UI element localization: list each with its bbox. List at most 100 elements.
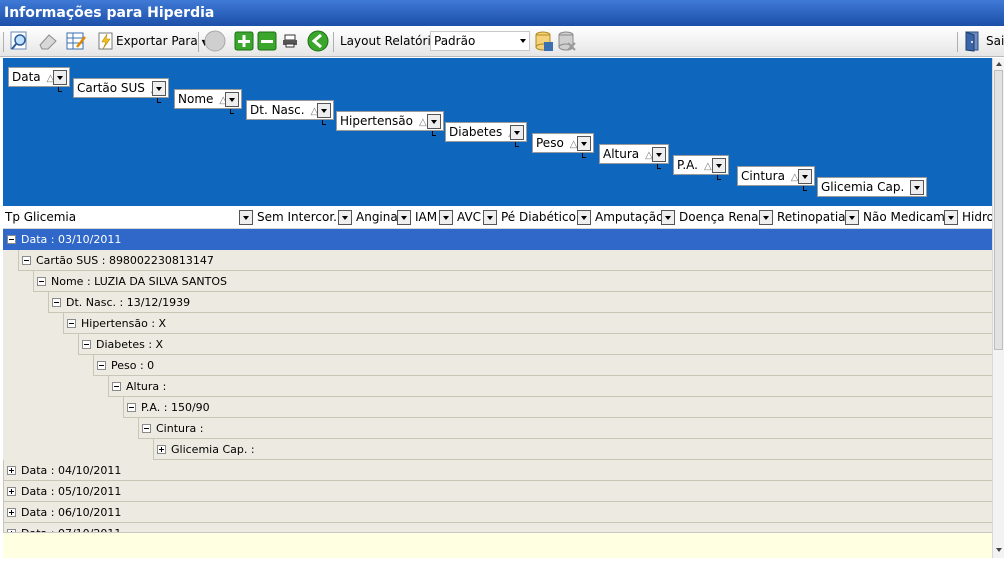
collapse-icon[interactable] — [82, 340, 91, 349]
expand-icon[interactable] — [157, 445, 166, 454]
column-filter-dropdown-icon[interactable] — [483, 210, 497, 225]
group-row[interactable]: Altura : — [108, 376, 992, 397]
expand-all-icon[interactable] — [233, 30, 255, 52]
group-chip-6[interactable]: Peso △ — [532, 133, 594, 153]
group-row[interactable]: Nome : LUZIA DA SILVA SANTOS — [33, 271, 992, 292]
search-icon[interactable] — [8, 30, 32, 52]
group-row-label: P.A. : 150/90 — [141, 401, 210, 414]
filter-dropdown-icon[interactable] — [577, 136, 591, 151]
grouped-data-grid[interactable]: Data : 03/10/2011 Cartão SUS : 8980022308… — [3, 229, 992, 532]
filter-dropdown-icon[interactable] — [53, 70, 67, 85]
group-row[interactable]: Data : 06/10/2011 — [3, 502, 992, 523]
collapse-icon[interactable] — [67, 319, 76, 328]
column-filter-dropdown-icon[interactable] — [944, 210, 958, 225]
filter-dropdown-icon[interactable] — [317, 103, 331, 118]
filter-dropdown-icon[interactable] — [910, 180, 924, 195]
collapse-icon[interactable] — [112, 382, 121, 391]
circle-icon[interactable] — [203, 30, 227, 52]
group-row[interactable]: Data : 05/10/2011 — [3, 481, 992, 502]
column-filter-dropdown-icon[interactable] — [577, 210, 591, 225]
scroll-down-icon[interactable] — [996, 548, 1002, 552]
group-row[interactable]: Diabetes : X — [78, 334, 992, 355]
column-header-0[interactable]: Tp Glicemia — [3, 207, 253, 229]
collapse-all-icon[interactable] — [256, 30, 278, 52]
back-arrow-icon[interactable] — [306, 30, 330, 52]
group-chip-8[interactable]: P.A. △ — [673, 155, 729, 175]
filter-dropdown-icon[interactable] — [225, 92, 239, 107]
exit-button[interactable]: Sair — [986, 34, 1004, 48]
column-filter-dropdown-icon[interactable] — [338, 210, 352, 225]
scroll-thumb[interactable] — [994, 70, 1003, 350]
edit-grid-icon[interactable] — [64, 30, 88, 52]
group-row-label: Altura : — [126, 380, 167, 393]
filter-dropdown-icon[interactable] — [798, 169, 812, 184]
group-row[interactable]: Data : 03/10/2011 — [3, 229, 992, 250]
group-row[interactable]: Cintura : — [138, 418, 992, 439]
group-chip-label: Dt. Nasc. — [250, 103, 305, 117]
filter-dropdown-icon[interactable] — [652, 147, 666, 162]
collapse-icon[interactable] — [7, 235, 16, 244]
group-chip-0[interactable]: Data △ — [8, 67, 70, 87]
group-row[interactable]: Dt. Nasc. : 13/12/1939 — [48, 292, 992, 313]
group-chip-4[interactable]: Hipertensão △ — [336, 111, 444, 131]
group-chip-5[interactable]: Diabetes△ — [445, 122, 527, 142]
delete-layout-icon[interactable] — [556, 30, 578, 52]
filter-dropdown-icon[interactable] — [427, 114, 441, 129]
expand-icon[interactable] — [7, 508, 16, 517]
exit-door-icon[interactable] — [962, 30, 984, 52]
group-chip-label: Altura — [603, 147, 640, 161]
collapse-icon[interactable] — [52, 298, 61, 307]
chevron-down-icon — [520, 39, 526, 43]
group-row[interactable]: Cartão SUS : 898002230813147 — [18, 250, 992, 271]
collapse-icon[interactable] — [142, 424, 151, 433]
column-filter-dropdown-icon[interactable] — [661, 210, 675, 225]
eraser-icon[interactable] — [36, 30, 60, 52]
collapse-icon[interactable] — [97, 361, 106, 370]
group-chip-10[interactable]: Glicemia Cap.△ — [817, 177, 927, 197]
column-filter-dropdown-icon[interactable] — [397, 210, 411, 225]
filter-dropdown-icon[interactable] — [510, 125, 524, 140]
toolbar-grip — [3, 32, 4, 52]
collapse-icon[interactable] — [37, 277, 46, 286]
layout-select[interactable]: Padrão — [430, 31, 530, 51]
group-chip-9[interactable]: Cintura △ — [737, 166, 815, 186]
column-header-label: Amputação — [595, 210, 664, 224]
sort-ascending-icon[interactable]: △ — [419, 117, 427, 128]
group-row-label: Diabetes : X — [96, 338, 164, 351]
group-by-panel[interactable]: Data△Cartão SUS△Nome△Dt. Nasc.△Hipertens… — [3, 58, 992, 206]
group-connector — [717, 175, 721, 180]
group-row-label: Hipertensão : X — [81, 317, 167, 330]
group-connector — [58, 87, 62, 92]
column-filter-dropdown-icon[interactable] — [439, 210, 453, 225]
group-row-label: Data : 04/10/2011 — [21, 464, 122, 477]
collapse-icon[interactable] — [22, 256, 31, 265]
group-row[interactable]: P.A. : 150/90 — [123, 397, 992, 418]
sort-ascending-icon[interactable]: △ — [704, 161, 712, 172]
layout-label: Layout Relatório — [340, 34, 439, 48]
column-filter-dropdown-icon[interactable] — [239, 210, 253, 225]
export-icon[interactable] — [96, 30, 116, 52]
column-filter-dropdown-icon[interactable] — [845, 210, 859, 225]
group-chip-2[interactable]: Nome △ — [174, 89, 242, 109]
group-chip-1[interactable]: Cartão SUS△ — [73, 78, 169, 98]
group-connector — [582, 153, 586, 158]
collapse-icon[interactable] — [127, 403, 136, 412]
group-chip-3[interactable]: Dt. Nasc. △ — [246, 100, 334, 120]
group-row[interactable]: Data : 07/10/2011 — [3, 523, 992, 532]
column-filter-dropdown-icon[interactable] — [759, 210, 773, 225]
group-connector — [657, 164, 661, 169]
group-row[interactable]: Hipertensão : X — [63, 313, 992, 334]
vertical-scrollbar[interactable] — [992, 58, 1004, 558]
group-chip-7[interactable]: Altura △ — [599, 144, 669, 164]
export-button[interactable]: Exportar Para ▼ — [116, 34, 208, 48]
group-row[interactable]: Peso : 0 — [93, 355, 992, 376]
save-layout-icon[interactable] — [533, 30, 555, 52]
group-row[interactable]: Glicemia Cap. : — [153, 439, 992, 460]
expand-icon[interactable] — [7, 487, 16, 496]
group-row[interactable]: Data : 04/10/2011 — [3, 460, 992, 481]
filter-dropdown-icon[interactable] — [712, 158, 726, 173]
filter-dropdown-icon[interactable] — [152, 81, 166, 96]
expand-icon[interactable] — [7, 466, 16, 475]
print-icon[interactable] — [281, 30, 299, 52]
scroll-up-icon[interactable] — [996, 62, 1002, 66]
